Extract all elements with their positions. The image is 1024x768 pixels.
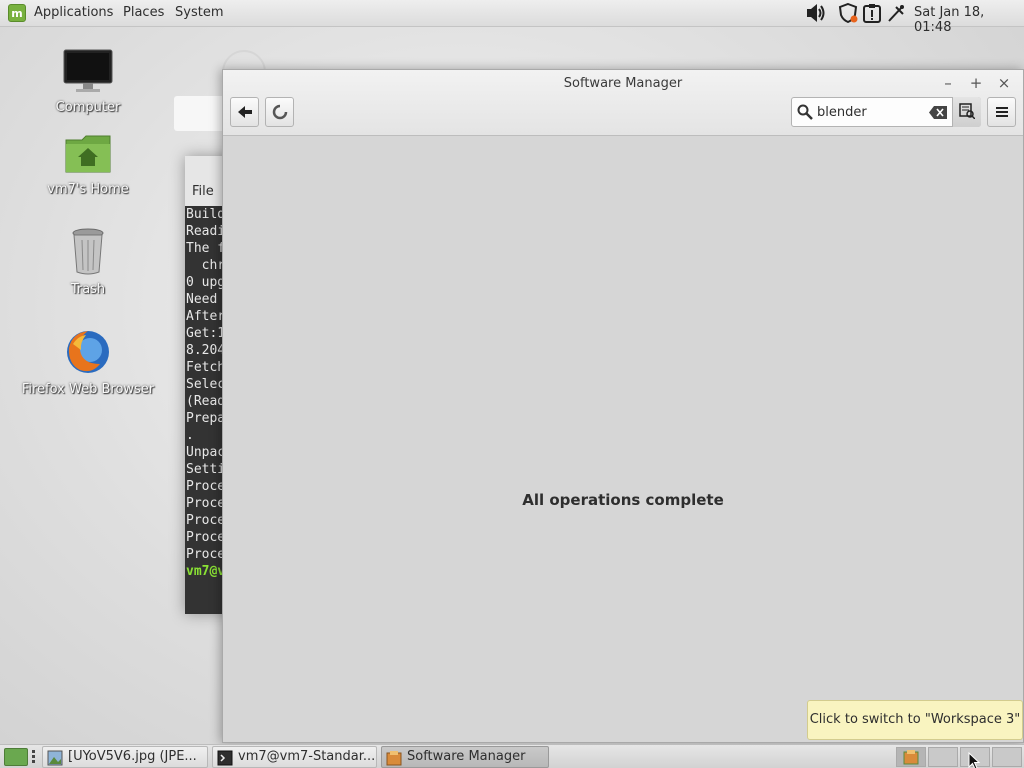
workspace-thumbnail-icon <box>903 750 919 765</box>
taskbar-button-image-viewer[interactable]: [UYoV5V6.jpg (JPE... <box>42 746 208 768</box>
clock[interactable]: Sat Jan 18, 01:48 <box>914 5 1024 35</box>
alert-clipboard-icon[interactable] <box>862 3 882 23</box>
monitor-icon <box>63 49 113 92</box>
maximize-button[interactable]: + <box>967 74 985 92</box>
software-manager-content: All operations complete <box>223 136 1023 742</box>
home-folder-icon <box>65 135 111 173</box>
window-title: Software Manager <box>563 76 683 91</box>
firefox-icon <box>67 331 109 373</box>
desktop-icon-trash[interactable]: Trash <box>13 228 163 297</box>
image-viewer-icon <box>47 750 63 766</box>
top-panel: m Applications Places System Sat Jan 18,… <box>0 0 1024 35</box>
reload-button[interactable] <box>265 97 294 127</box>
status-message: All operations complete <box>522 491 724 509</box>
mouse-cursor-icon <box>968 752 981 768</box>
hamburger-menu-button[interactable] <box>987 97 1016 127</box>
hamburger-icon <box>995 107 1008 117</box>
desktop-icon-firefox[interactable]: Firefox Web Browser <box>13 328 163 397</box>
back-button[interactable] <box>230 97 259 127</box>
taskbar-button-terminal[interactable]: vm7@vm7-Standar... <box>212 746 377 768</box>
show-desktop-button[interactable] <box>4 748 28 766</box>
bottom-panel: [UYoV5V6.jpg (JPE... vm7@vm7-Standar... … <box>0 744 1024 768</box>
software-manager-icon <box>386 751 402 766</box>
window-titlebar[interactable]: Software Manager – + × <box>223 70 1023 136</box>
search-box[interactable] <box>791 97 981 127</box>
menu-applications[interactable]: Applications <box>34 5 113 20</box>
search-description-icon <box>959 103 976 120</box>
software-manager-window: Software Manager – + × blender All opera… <box>222 69 1024 743</box>
taskbar-label: vm7@vm7-Standar... <box>238 749 376 764</box>
spinner-icon <box>272 104 287 120</box>
arrow-left-icon <box>237 106 252 118</box>
search-icon <box>797 104 813 120</box>
trash-icon <box>72 228 104 275</box>
search-in-description-toggle[interactable] <box>952 97 981 127</box>
desktop-icon-home[interactable]: vm7's Home <box>13 132 163 197</box>
workspace-tooltip: Click to switch to "Workspace 3" <box>807 700 1023 740</box>
shield-update-icon[interactable] <box>838 3 858 23</box>
taskbar-button-software-manager[interactable]: Software Manager <box>381 746 549 768</box>
clear-search-icon[interactable] <box>929 106 947 119</box>
desktop-label: Trash <box>70 282 106 297</box>
network-icon[interactable] <box>886 3 906 23</box>
mint-menu-icon[interactable]: m <box>8 4 26 22</box>
search-input[interactable] <box>817 103 922 122</box>
workspace-2-button[interactable] <box>928 747 958 767</box>
close-button[interactable]: × <box>995 74 1013 92</box>
workspace-1-button[interactable] <box>896 747 926 767</box>
volume-icon[interactable] <box>806 3 826 23</box>
terminal-menu-file[interactable]: File <box>192 184 214 199</box>
workspace-4-button[interactable] <box>992 747 1022 767</box>
terminal-icon <box>217 750 233 766</box>
desktop-icon-computer[interactable]: Computer <box>13 48 163 115</box>
desktop-label: Firefox Web Browser <box>21 382 155 397</box>
minimize-button[interactable]: – <box>939 74 957 92</box>
taskbar-label: [UYoV5V6.jpg (JPE... <box>68 749 197 764</box>
menu-system[interactable]: System <box>175 5 223 20</box>
taskbar-label: Software Manager <box>407 749 526 764</box>
panel-grip-icon <box>32 750 35 763</box>
menu-places[interactable]: Places <box>123 5 164 20</box>
desktop-label: Computer <box>55 100 121 115</box>
desktop-label: vm7's Home <box>47 182 129 197</box>
